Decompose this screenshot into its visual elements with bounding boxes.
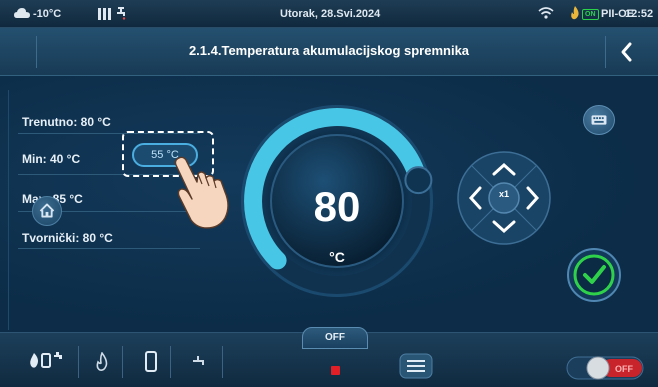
flame-icon[interactable]: [95, 352, 109, 372]
pointing-hand-icon: [174, 156, 229, 229]
status-bar: -10°C Utorak, 28.Svi.2024 ON PII-OE 12:5…: [0, 0, 658, 28]
title-bar: 2.1.4.Temperatura akumulacijskog spremni…: [0, 28, 658, 76]
wifi-icon: [538, 7, 554, 19]
stop-indicator: [331, 366, 340, 375]
power-toggle[interactable]: OFF: [566, 356, 644, 380]
bottom-divider: [170, 346, 171, 378]
keyboard-button[interactable]: [583, 105, 615, 135]
keyboard-icon: [591, 115, 607, 125]
step-label: x1: [498, 189, 509, 199]
current-temperature: Trenutno: 80 °C: [22, 115, 111, 129]
date-label: Utorak, 28.Svi.2024: [280, 8, 381, 20]
toggle-label: OFF: [615, 364, 633, 374]
boiler-icon[interactable]: [145, 351, 157, 373]
home-button[interactable]: [32, 196, 62, 226]
tap-icon[interactable]: [192, 354, 210, 370]
bottom-divider: [78, 346, 79, 378]
off-tab[interactable]: OFF: [302, 327, 368, 349]
confirm-button[interactable]: [567, 248, 621, 302]
menu-button[interactable]: [399, 353, 433, 379]
row-divider: [18, 248, 200, 249]
tap-icon: [117, 7, 126, 20]
setpoint-unit: °C: [329, 249, 345, 265]
home-icon: [39, 203, 55, 218]
dial-handle[interactable]: [404, 166, 433, 195]
time-label: 12:52: [625, 8, 654, 20]
outdoor-temperature: -10°C: [33, 8, 62, 20]
min-temperature: Min: 40 °C: [22, 152, 81, 166]
back-button[interactable]: [612, 38, 642, 66]
flame-icon: [571, 6, 579, 20]
bottom-divider: [222, 346, 223, 378]
radiator-icon: [98, 8, 111, 20]
factory-temperature: Tvornički: 80 °C: [22, 231, 113, 245]
title-divider: [605, 36, 606, 68]
burner-on-badge: ON: [582, 9, 599, 20]
cloud-icon: [14, 8, 30, 18]
setpoint-value: 80: [313, 183, 361, 230]
panel-edge: [8, 90, 9, 330]
bottom-divider: [122, 346, 123, 378]
page-title: 2.1.4.Temperatura akumulacijskog spremni…: [188, 43, 470, 58]
operation-mode-icon[interactable]: [28, 349, 70, 373]
